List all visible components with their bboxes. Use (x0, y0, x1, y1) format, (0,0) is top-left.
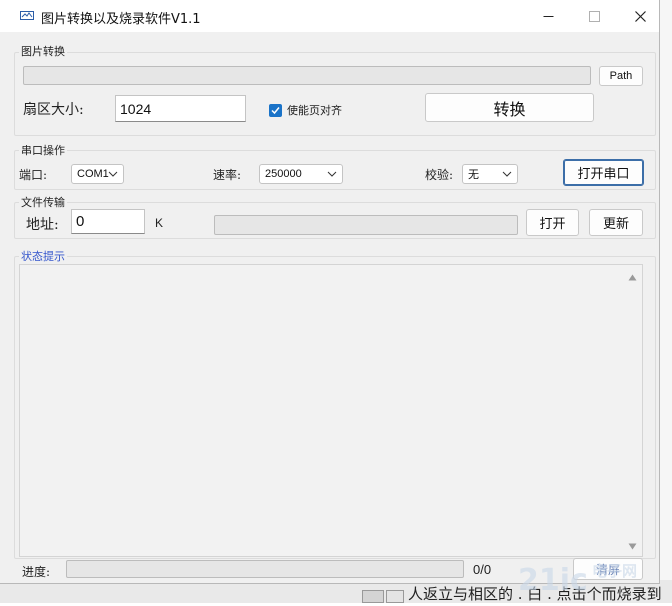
transfer-progress-bar (214, 215, 518, 235)
desktop-edge (660, 0, 672, 603)
open-serial-button[interactable]: 打开串口 (563, 159, 644, 186)
app-icon (20, 11, 34, 20)
page-align-checkbox[interactable] (269, 104, 282, 117)
convert-path-bar (23, 66, 591, 85)
address-unit-label: K (155, 216, 164, 230)
status-log[interactable] (19, 264, 643, 557)
baud-label: 速率: (213, 168, 242, 182)
window-title: 图片转换以及烧录软件V1.1 (41, 12, 201, 27)
svg-text:21ic: 21ic (518, 563, 588, 598)
parity-label: 校验: (425, 168, 454, 182)
overall-progress-bar (66, 560, 464, 578)
svg-text:电子网: 电子网 (592, 562, 637, 580)
serial-group-label: 串口操作 (19, 142, 67, 158)
scroll-up-icon (628, 274, 636, 280)
maximize-button[interactable] (571, 0, 617, 32)
sector-size-label: 扇区大小: (23, 102, 84, 118)
scroll-down-icon (628, 543, 636, 549)
update-button[interactable]: 更新 (589, 209, 643, 236)
close-button[interactable] (617, 0, 663, 32)
baud-select-value: 250000 (265, 168, 302, 180)
chevron-down-icon (327, 171, 337, 177)
image-convert-group-label: 图片转换 (19, 43, 67, 59)
port-select[interactable]: COM1 (71, 164, 124, 184)
scroll-up-button[interactable] (626, 271, 638, 283)
convert-button[interactable]: 转换 (425, 93, 594, 122)
open-file-button[interactable]: 打开 (526, 209, 579, 236)
watermark-icon: 21ic 电子网 (518, 562, 637, 598)
path-button[interactable]: Path (599, 66, 643, 86)
background-tool-icon (362, 590, 384, 603)
check-icon (271, 107, 280, 115)
minimize-icon (543, 15, 553, 17)
chevron-down-icon (108, 171, 118, 177)
chevron-down-icon (502, 171, 512, 177)
port-select-value: COM1 (77, 168, 109, 180)
maximize-icon (588, 10, 600, 22)
scroll-down-button[interactable] (626, 540, 638, 552)
sector-size-input[interactable]: 1024 (115, 95, 246, 122)
app-window: 图片转换以及烧录软件V1.1 图片转换 Path 扇区大小: 1024 使能页对… (0, 0, 660, 584)
title-bar: 图片转换以及烧录软件V1.1 (0, 0, 659, 32)
address-input[interactable]: 0 (71, 209, 145, 234)
address-label: 地址: (26, 217, 59, 233)
watermark-logo: 21ic 电子网 (516, 554, 666, 600)
status-group-label: 状态提示 (19, 248, 67, 264)
progress-count: 0/0 (473, 562, 492, 577)
page-align-label: 使能页对齐 (287, 104, 342, 117)
parity-select-value: 无 (468, 168, 479, 181)
file-transfer-group-label: 文件传输 (19, 194, 67, 210)
close-icon (634, 10, 646, 22)
background-tool-icon (386, 590, 404, 603)
parity-select[interactable]: 无 (462, 164, 518, 184)
port-label: 端口: (19, 168, 48, 182)
baud-select[interactable]: 250000 (259, 164, 343, 184)
minimize-button[interactable] (525, 0, 571, 32)
progress-label: 进度: (22, 565, 51, 579)
